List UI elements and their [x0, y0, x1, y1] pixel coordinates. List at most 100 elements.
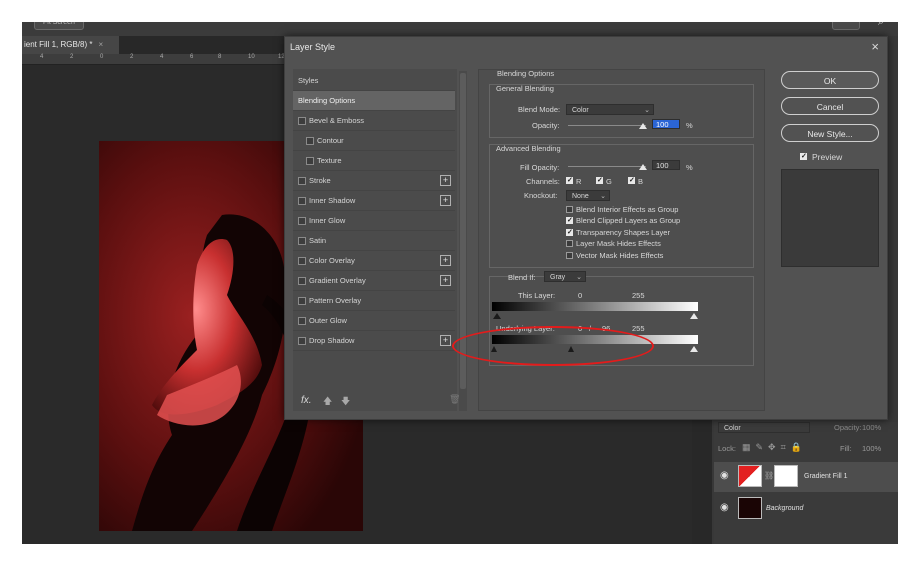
channel-b-checkbox[interactable]	[628, 176, 635, 184]
document-tab[interactable]: ient Fill 1, RGB/8) * ×	[22, 36, 119, 54]
knockout-label: Knockout:	[524, 191, 558, 200]
this-layer-white-slider[interactable]	[690, 313, 698, 319]
opacity-slider[interactable]	[568, 125, 646, 126]
styles-item-stroke[interactable]: Stroke +	[293, 171, 455, 191]
lock-label: Lock:	[718, 444, 736, 453]
opacity-percent: %	[686, 121, 693, 130]
add-icon[interactable]: +	[440, 335, 451, 346]
layer-blend-mode-select[interactable]: Color	[718, 422, 810, 433]
new-style-button[interactable]: New Style...	[781, 124, 879, 142]
checkbox[interactable]	[306, 157, 314, 165]
fill-opacity-input[interactable]: 100	[652, 160, 680, 170]
checkbox[interactable]	[306, 137, 314, 145]
preview-checkbox[interactable]	[800, 152, 807, 160]
channel-g-checkbox[interactable]	[596, 176, 603, 184]
eye-icon[interactable]: ◉	[720, 470, 729, 481]
styles-item-contour[interactable]: Contour	[293, 131, 455, 151]
cancel-button[interactable]: Cancel	[781, 97, 879, 115]
layer-mask-hides-checkbox[interactable]	[566, 240, 573, 247]
fill-opacity-slider[interactable]	[568, 166, 646, 167]
advanced-blending-group: Advanced Blending Fill Opacity: 100 % Ch…	[489, 144, 754, 268]
ruler-tick: 10	[248, 54, 255, 60]
checkbox[interactable]	[298, 257, 306, 265]
blend-clipped-layers-label: Blend Clipped Layers as Group	[576, 216, 681, 225]
checkbox[interactable]	[298, 277, 306, 285]
eye-icon[interactable]: ◉	[720, 502, 729, 513]
fill-value[interactable]: 100%	[862, 444, 881, 453]
preview-swatch	[781, 169, 879, 267]
options-button[interactable]	[832, 22, 860, 30]
checkbox[interactable]	[298, 297, 306, 305]
ruler-tick: 2	[130, 54, 134, 60]
fill-opacity-slider-thumb[interactable]	[639, 164, 647, 170]
styles-item-inner-shadow[interactable]: Inner Shadow +	[293, 191, 455, 211]
this-layer-low: 0	[578, 291, 583, 300]
layer-opacity-value[interactable]: 100%	[862, 423, 881, 432]
layer-row-gradient-fill[interactable]: ◉ ⛓ Gradient Fill 1	[714, 462, 898, 492]
layer-mask-hides-label: Layer Mask Hides Effects	[576, 239, 661, 248]
styles-item-texture[interactable]: Texture	[293, 151, 455, 171]
options-bar: Fit Screen ⌕	[22, 22, 898, 36]
underlying-high: 255	[632, 324, 645, 333]
blend-mode-value: Color	[572, 107, 589, 114]
styles-item-color-overlay[interactable]: Color Overlay +	[293, 251, 455, 271]
opacity-slider-thumb[interactable]	[639, 123, 647, 129]
fx-icon[interactable]: fx.	[301, 395, 312, 406]
vector-mask-hides-label: Vector Mask Hides Effects	[576, 251, 664, 260]
lock-icons[interactable]: ▦✎✥⌗🔒	[742, 442, 807, 453]
checkbox[interactable]	[298, 197, 306, 205]
checkbox[interactable]	[298, 317, 306, 325]
ruler-tick: 0	[100, 54, 104, 60]
close-icon[interactable]: ×	[871, 39, 879, 54]
gradient-fill-thumbnail	[738, 465, 762, 487]
styles-item-outer-glow[interactable]: Outer Glow	[293, 311, 455, 331]
opacity-input[interactable]: 100	[652, 119, 680, 129]
fill-opacity-label: Fill Opacity:	[520, 163, 560, 172]
ruler-tick: 2	[70, 54, 74, 60]
preview-label: Preview	[812, 152, 843, 162]
add-icon[interactable]: +	[440, 255, 451, 266]
styles-item-gradient-overlay[interactable]: Gradient Overlay +	[293, 271, 455, 291]
checkbox[interactable]	[298, 337, 306, 345]
styles-item-pattern-overlay[interactable]: Pattern Overlay	[293, 291, 455, 311]
checkbox[interactable]	[298, 177, 306, 185]
move-up-icon[interactable]: 🡅	[323, 394, 332, 410]
add-icon[interactable]: +	[440, 175, 451, 186]
trash-icon[interactable]: 🗑	[449, 394, 460, 405]
styles-item-inner-glow[interactable]: Inner Glow	[293, 211, 455, 231]
add-icon[interactable]: +	[440, 195, 451, 206]
move-down-icon[interactable]: 🡇	[341, 394, 350, 410]
styles-item-drop-shadow[interactable]: Drop Shadow +	[293, 331, 455, 351]
knockout-select[interactable]: None ⌄	[566, 190, 610, 201]
close-icon[interactable]: ×	[98, 40, 103, 49]
checkbox[interactable]	[298, 117, 306, 125]
blend-mode-select[interactable]: Color ⌄	[566, 104, 654, 115]
layers-panel: Color Opacity: 100% Lock: ▦✎✥⌗🔒 Fill: 10…	[714, 422, 898, 544]
styles-item-blending-options[interactable]: Blending Options	[293, 91, 455, 111]
search-icon[interactable]: ⌕	[878, 22, 884, 29]
channel-r-label: R	[576, 177, 582, 186]
blend-clipped-layers-checkbox[interactable]	[566, 216, 573, 224]
styles-item-bevel-emboss[interactable]: Bevel & Emboss	[293, 111, 455, 131]
this-layer-label: This Layer:	[518, 291, 556, 300]
transparency-shapes-checkbox[interactable]	[566, 228, 573, 236]
styles-list-header[interactable]: Styles	[293, 71, 455, 91]
add-icon[interactable]: +	[440, 275, 451, 286]
fit-screen-button[interactable]: Fit Screen	[34, 22, 84, 30]
underlying-white-slider[interactable]	[690, 346, 698, 352]
styles-scrollbar[interactable]	[459, 71, 467, 411]
advanced-blending-title: Advanced Blending	[496, 144, 561, 153]
ok-button[interactable]: OK	[781, 71, 879, 89]
this-layer-black-slider[interactable]	[493, 313, 501, 319]
document-tab-title: ient Fill 1, RGB/8) *	[24, 40, 93, 49]
blending-options-title: Blending Options	[497, 69, 555, 78]
vector-mask-hides-checkbox[interactable]	[566, 252, 573, 259]
layer-row-background[interactable]: ◉ Background	[714, 494, 898, 524]
blend-if-select[interactable]: Gray ⌄	[544, 271, 586, 282]
channel-r-checkbox[interactable]	[566, 176, 573, 184]
fill-opacity-percent: %	[686, 163, 693, 172]
checkbox[interactable]	[298, 237, 306, 245]
styles-item-satin[interactable]: Satin	[293, 231, 455, 251]
blend-interior-effects-checkbox[interactable]	[566, 206, 573, 213]
checkbox[interactable]	[298, 217, 306, 225]
